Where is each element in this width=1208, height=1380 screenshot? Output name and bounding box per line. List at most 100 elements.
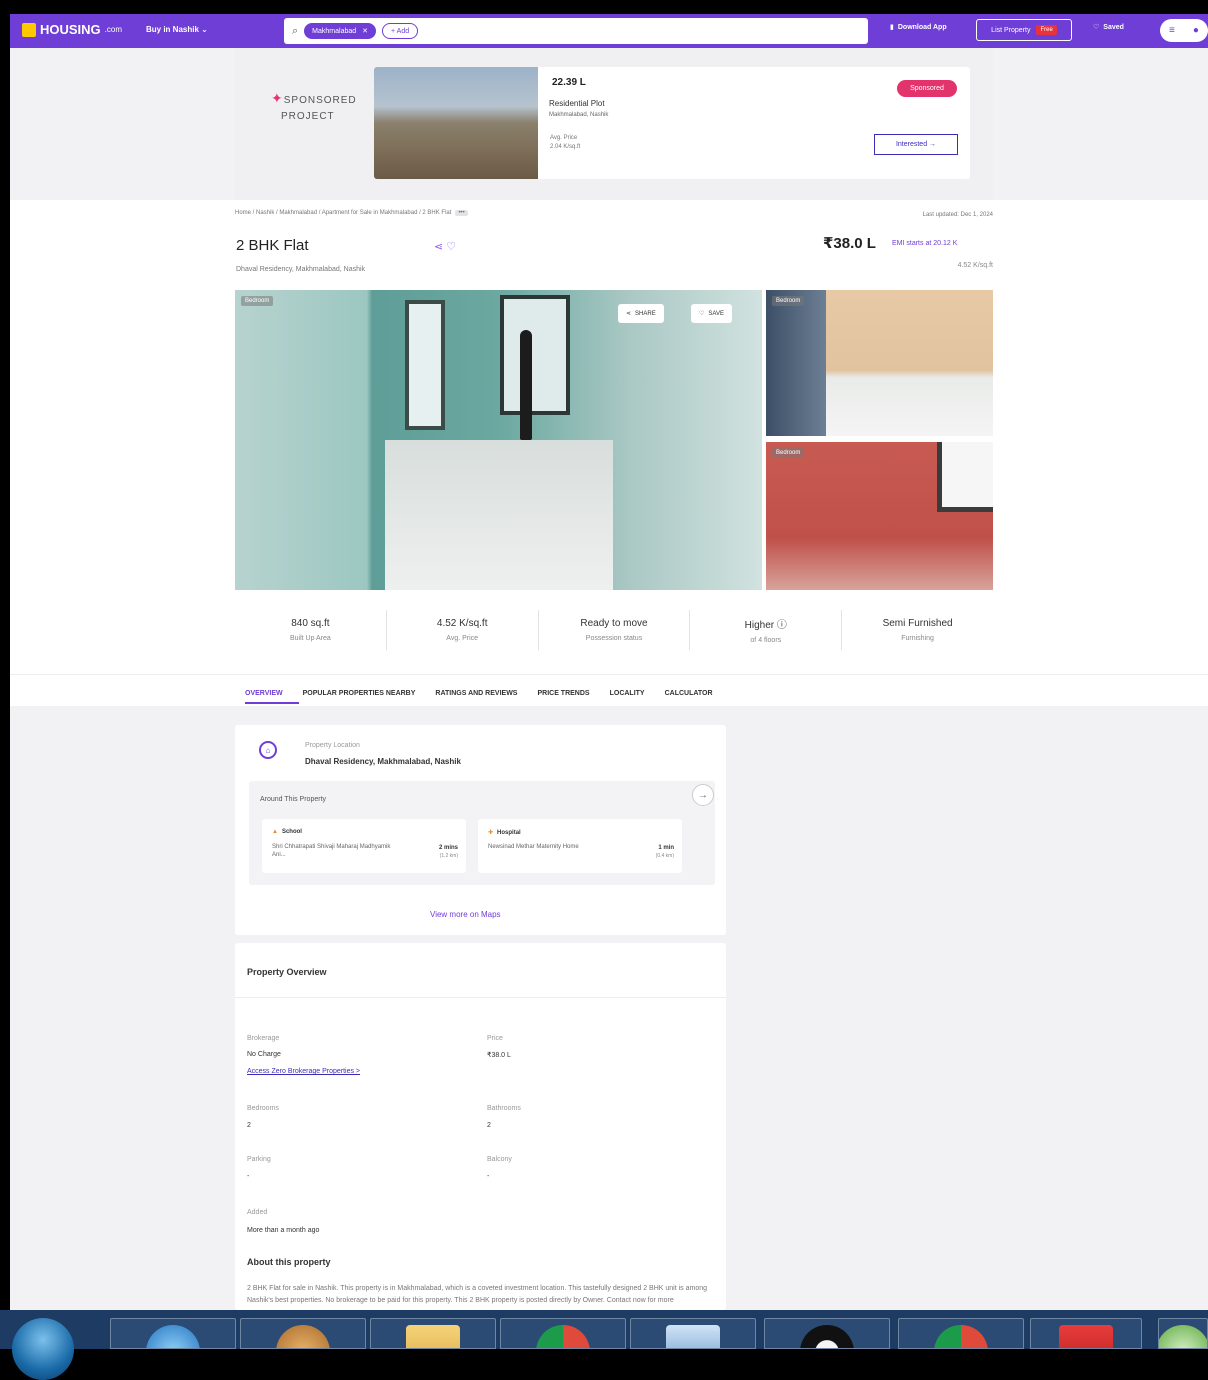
close-icon[interactable]: ✕ <box>362 27 368 35</box>
city-selector[interactable]: Buy in Nashik ⌄ <box>146 25 208 34</box>
info-icon[interactable]: ⓘ <box>777 620 787 631</box>
main-photo[interactable]: Bedroom ⋖ SHARE ♡ SAVE <box>235 290 762 590</box>
taskbar-chrome2[interactable] <box>898 1318 1024 1349</box>
sponsored-avg-label: Avg. Price <box>550 135 578 141</box>
tab-popular-properties[interactable]: POPULAR PROPERTIES NEARBY <box>303 690 416 697</box>
heart-icon[interactable]: ♡ <box>446 241 456 253</box>
app-icon <box>1059 1325 1113 1348</box>
photo-window <box>937 442 993 512</box>
tab-price-trends[interactable]: PRICE TRENDS <box>537 690 589 697</box>
save-button[interactable]: ♡ SAVE <box>691 304 732 323</box>
amenity-km: (0.4 km) <box>655 853 674 859</box>
taskbar-ie[interactable] <box>110 1318 236 1349</box>
taskbar-app4[interactable] <box>1158 1318 1208 1349</box>
tab-locality[interactable]: LOCALITY <box>610 690 645 697</box>
user-menu[interactable]: ≡ ● <box>1160 19 1208 42</box>
locality-chip-label: Makhmalabad <box>312 27 357 35</box>
download-app-link[interactable]: ▮ Download App <box>890 23 947 32</box>
emi-link[interactable]: EMI starts at 20.12 K <box>892 240 957 247</box>
property-overview-card: Property Overview Brokerage No Charge Ac… <box>235 943 726 1310</box>
city-selector-label: Buy in Nashik <box>146 25 199 34</box>
start-button-icon[interactable] <box>12 1318 74 1380</box>
taskbar-chrome[interactable] <box>500 1318 626 1349</box>
sponsored-avg: Avg. Price 2.04 K/sq.ft <box>550 134 580 152</box>
around-label: Around This Property <box>260 796 327 803</box>
last-updated: Last updated: Dec 1, 2024 <box>922 212 993 218</box>
amenity-time: 2 mins <box>438 845 458 851</box>
chrome-icon <box>536 1325 590 1348</box>
chrome-icon <box>934 1325 988 1348</box>
taskbar-app3[interactable] <box>1030 1318 1142 1349</box>
taskbar-app[interactable] <box>240 1318 366 1349</box>
logo-text: HOUSING <box>40 22 101 37</box>
stat-floor: Higher ⓘ of 4 floors <box>690 610 843 650</box>
zero-brokerage-link[interactable]: Access Zero Brokerage Properties > <box>247 1068 360 1075</box>
locality-chip[interactable]: Makhmalabad ✕ <box>304 23 377 39</box>
share-button[interactable]: ⋖ SHARE <box>618 304 664 323</box>
menu-icon: ≡ <box>1169 25 1175 36</box>
tab-ratings-reviews[interactable]: RATINGS AND REVIEWS <box>435 690 517 697</box>
amenity-distance: 1 min (0.4 km) <box>656 845 674 859</box>
amenity-type: ✚ Hospital <box>488 829 521 837</box>
housing-logo[interactable]: HOUSING .com <box>22 22 122 37</box>
tally-icon <box>666 1325 720 1348</box>
list-property-button[interactable]: List Property Free <box>976 19 1072 41</box>
sponsored-card[interactable]: 22.39 L Residential Plot Makhmalabad, Na… <box>374 67 970 179</box>
add-locality-button[interactable]: + Add <box>382 23 419 39</box>
search-icon: ⌕ <box>292 24 299 37</box>
hospital-icon: ✚ <box>488 830 494 836</box>
sponsored-avg-value: 2.04 K/sq.ft <box>550 144 581 150</box>
parking-value: - <box>247 1173 250 1180</box>
amenity-type-label: School <box>281 829 302 835</box>
tab-calculator[interactable]: CALCULATOR <box>665 690 713 697</box>
amenity-name: Shri Chhatrapati Shivaji Maharaj Madhyam… <box>272 844 391 858</box>
share-icon: ⋖ <box>626 311 632 317</box>
amenity-distance: 2 mins (1.2 km) <box>439 845 458 859</box>
sponsored-badge: Sponsored <box>897 80 957 97</box>
photo-floor <box>385 440 613 590</box>
bedrooms-value: 2 <box>247 1122 251 1129</box>
amenity-km: (1.2 km) <box>439 853 458 859</box>
side-photo-2[interactable]: Bedroom <box>766 442 993 590</box>
stat-label: Possession status <box>585 635 643 642</box>
view-maps-link[interactable]: View more on Maps <box>430 910 501 919</box>
side-photo-1[interactable]: Bedroom <box>766 290 993 436</box>
amenity-card-hospital[interactable]: ✚ Hospital Newsinad Methar Maternity Home… <box>478 819 682 873</box>
share-icon[interactable]: ⋖ <box>434 241 443 253</box>
stat-value: Ready to move <box>580 618 648 629</box>
taskbar-tally[interactable] <box>630 1318 756 1349</box>
stat-avg-price: 4.52 K/sq.ft Avg. Price <box>387 610 539 650</box>
windows-taskbar <box>0 1310 1208 1380</box>
stat-floor-value: Higher <box>744 620 775 631</box>
sponsored-image[interactable] <box>374 67 538 179</box>
photo-gallery[interactable]: Bedroom ⋖ SHARE ♡ SAVE Bedroom Bedroom <box>235 290 993 590</box>
location-label: Property Location <box>305 742 360 749</box>
location-value: Dhaval Residency, Makhmalabad, Nashik <box>305 757 461 766</box>
breadcrumb-text[interactable]: Home / Nashik / Makhmalabad / Apartment … <box>235 210 451 216</box>
breadcrumb[interactable]: Home / Nashik / Makhmalabad / Apartment … <box>235 210 468 216</box>
next-arrow-icon[interactable]: → <box>692 784 714 806</box>
location-card: ⌂ Property Location Dhaval Residency, Ma… <box>235 725 726 935</box>
taskbar-app2[interactable] <box>764 1318 890 1349</box>
search-bar[interactable]: ⌕ Makhmalabad ✕ + Add <box>284 18 868 44</box>
amenity-card-school[interactable]: ▲ School Shri Chhatrapati Shivaji Maharaj… <box>262 819 466 873</box>
interested-button[interactable]: Interested → <box>874 134 958 155</box>
brokerage-value: No Charge <box>247 1051 281 1058</box>
photo-door <box>766 290 826 436</box>
photo-tag: Bedroom <box>772 296 805 306</box>
breadcrumb-more-button[interactable]: ••• <box>455 210 468 216</box>
tab-overview[interactable]: OVERVIEW <box>245 690 283 697</box>
listing-address: Dhaval Residency, Makhmalabad, Nashik <box>236 266 366 273</box>
chevron-down-icon: ⌄ <box>201 25 208 34</box>
sponsored-type: Residential Plot <box>549 99 605 108</box>
app-icon <box>276 1325 330 1348</box>
share-button-label: SHARE <box>635 310 656 317</box>
stat-possession: Ready to move Possession status <box>539 610 691 650</box>
price-value: ₹38.0 L <box>487 1052 511 1059</box>
about-text: 2 BHK Flat for sale in Nashik. This prop… <box>247 1285 708 1304</box>
photo-window <box>405 300 445 430</box>
saved-link[interactable]: ♡ Saved <box>1093 23 1124 32</box>
logo-suffix: .com <box>104 25 123 34</box>
taskbar-explorer[interactable] <box>370 1318 496 1349</box>
divider <box>235 997 726 998</box>
